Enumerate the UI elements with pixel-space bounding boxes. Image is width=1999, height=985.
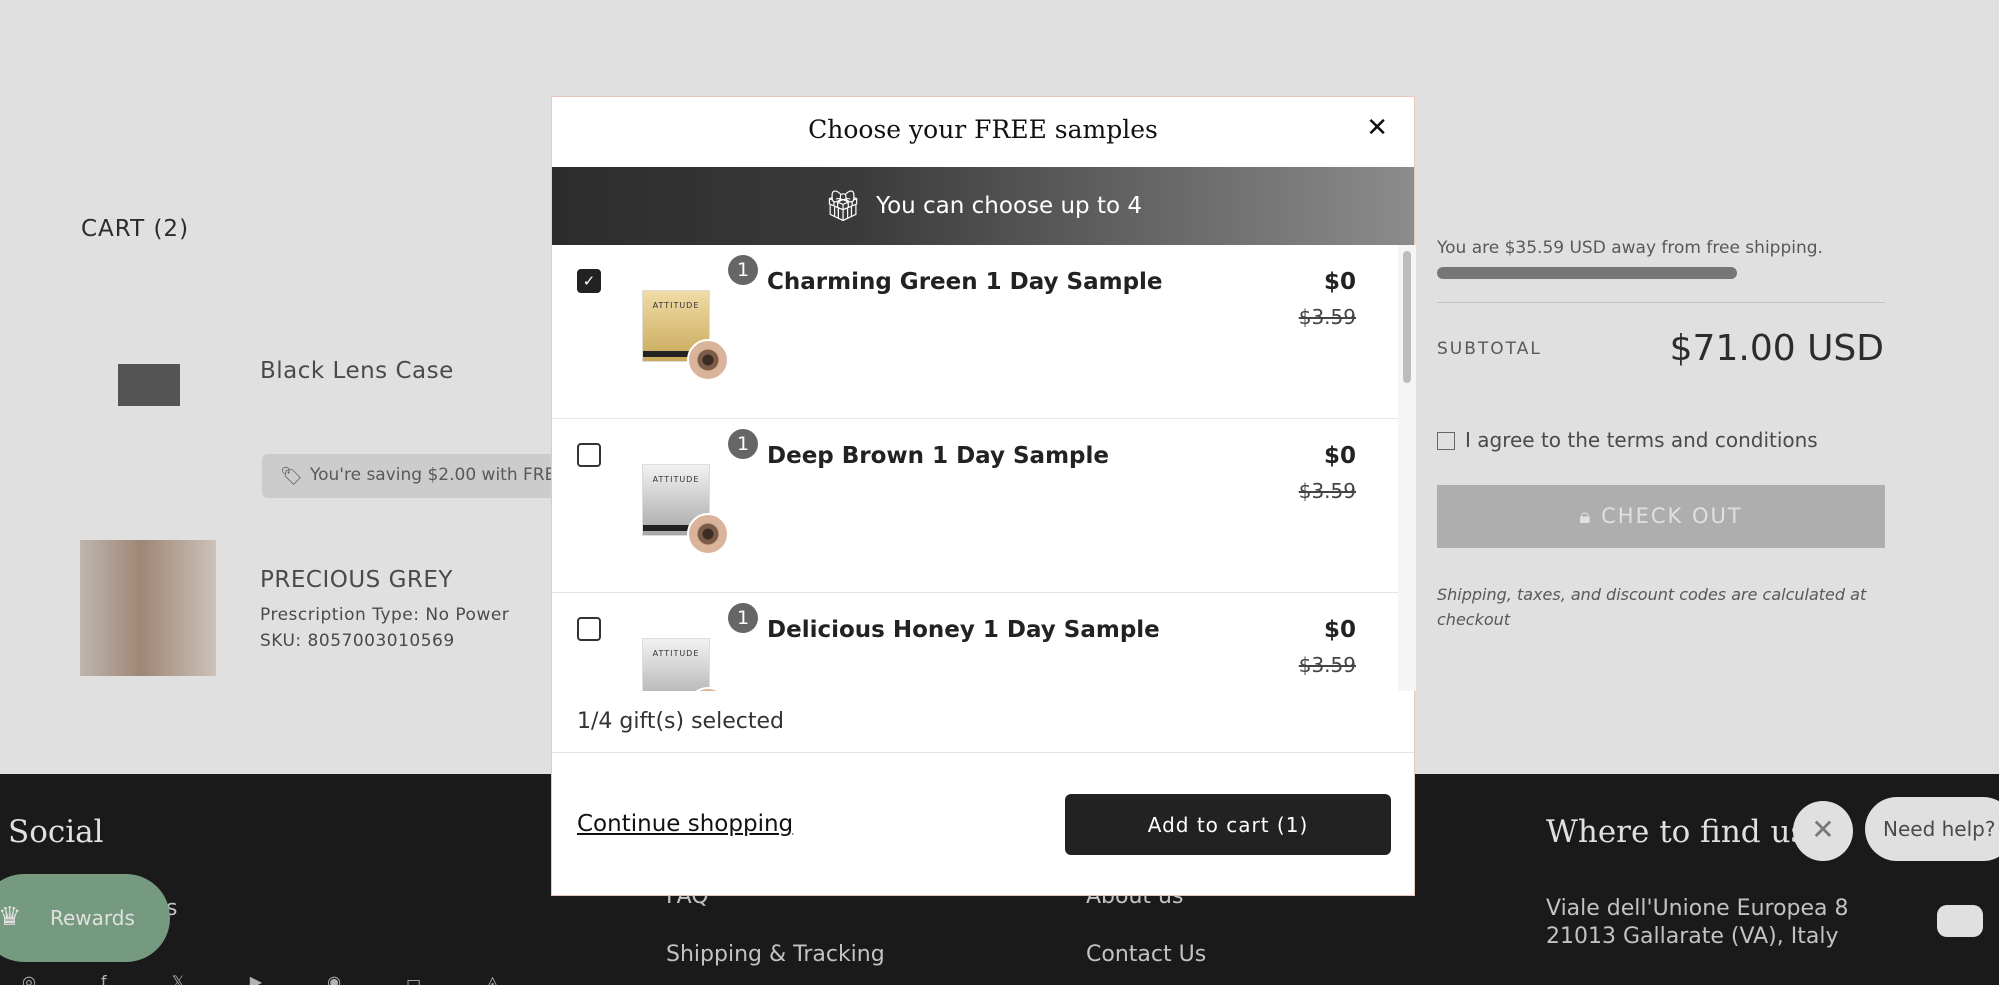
gift-banner: 🎁︎ You can choose up to 4 xyxy=(552,167,1414,245)
product-image: ATTITUDE xyxy=(642,290,729,381)
product-image: ATTITUDE xyxy=(642,638,729,691)
sample-price: $0 xyxy=(1323,269,1356,295)
eye-image xyxy=(687,513,729,555)
sample-item[interactable]: ATTITUDE 1 Deep Brown 1 Day Sample $0 $3… xyxy=(552,419,1398,593)
quantity-badge: 1 xyxy=(728,255,758,285)
sample-price: $0 xyxy=(1323,443,1356,469)
list-scrollbar[interactable] xyxy=(1398,245,1416,691)
sample-name: Deep Brown 1 Day Sample xyxy=(767,443,1109,469)
sample-price: $0 xyxy=(1323,617,1356,643)
sample-old-price: $3.59 xyxy=(1298,479,1356,503)
eye-image xyxy=(687,687,729,691)
quantity-badge: 1 xyxy=(728,429,758,459)
product-image: ATTITUDE xyxy=(642,464,729,555)
divider xyxy=(552,752,1414,753)
add-to-cart-button[interactable]: Add to cart (1) xyxy=(1065,794,1391,855)
scrollbar-thumb[interactable] xyxy=(1403,251,1411,383)
continue-shopping-link[interactable]: Continue shopping xyxy=(577,811,793,837)
selected-count: 1/4 gift(s) selected xyxy=(577,709,784,734)
modal-title: Choose your FREE samples xyxy=(808,115,1158,144)
free-samples-modal: Choose your FREE samples ✕ 🎁︎ You can cho… xyxy=(551,96,1416,896)
sample-checkbox[interactable] xyxy=(577,443,601,467)
close-icon[interactable]: ✕ xyxy=(1366,113,1388,143)
eye-image xyxy=(687,339,729,381)
sample-name: Charming Green 1 Day Sample xyxy=(767,269,1163,295)
sample-item[interactable]: ✓ ATTITUDE 1 Charming Green 1 Day Sample… xyxy=(552,245,1398,419)
sample-old-price: $3.59 xyxy=(1298,305,1356,329)
sample-checkbox[interactable]: ✓ xyxy=(577,269,601,293)
gift-icon: 🎁︎ xyxy=(823,189,863,224)
sample-list[interactable]: ✓ ATTITUDE 1 Charming Green 1 Day Sample… xyxy=(552,245,1398,691)
sample-name: Delicious Honey 1 Day Sample xyxy=(767,617,1160,643)
sample-old-price: $3.59 xyxy=(1298,653,1356,677)
sample-item[interactable]: ATTITUDE 1 Delicious Honey 1 Day Sample … xyxy=(552,593,1398,691)
quantity-badge: 1 xyxy=(728,603,758,633)
sample-checkbox[interactable] xyxy=(577,617,601,641)
